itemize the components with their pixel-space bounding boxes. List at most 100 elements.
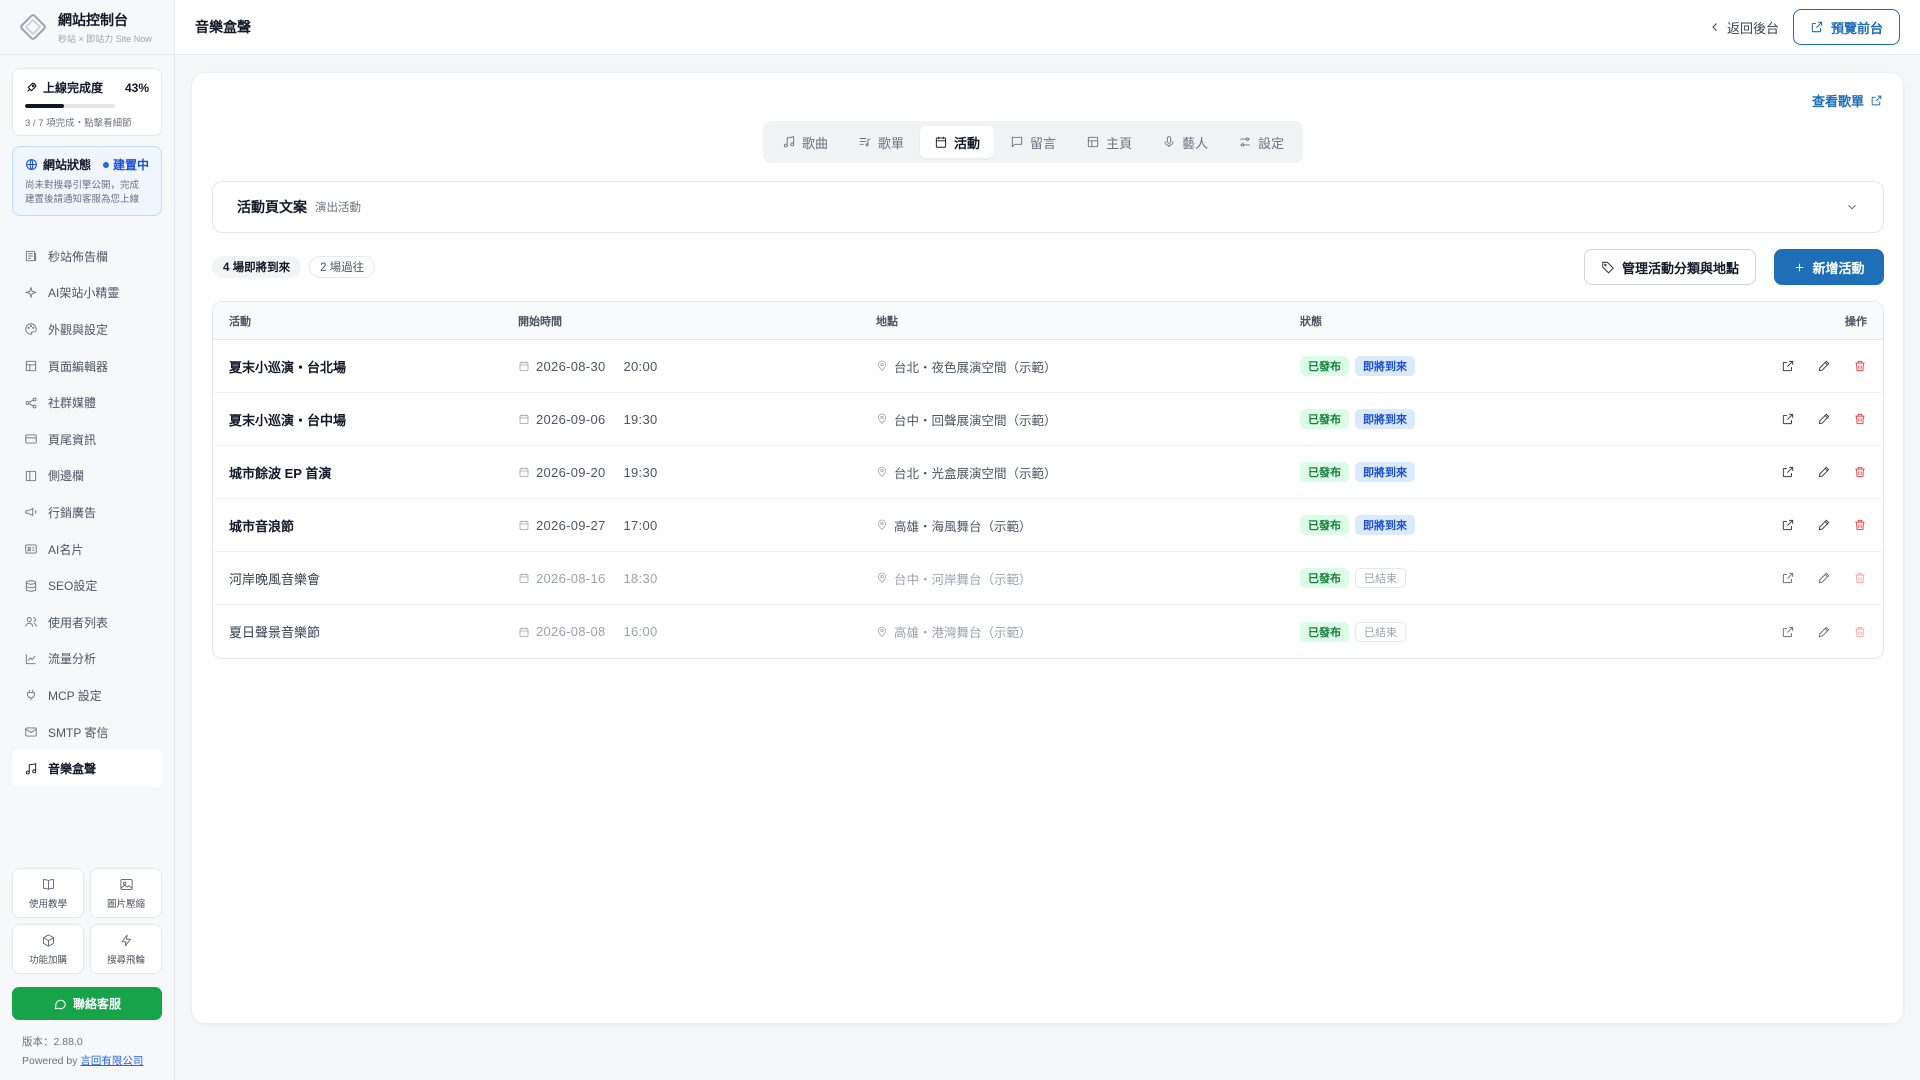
tab-label: 活動 — [954, 135, 981, 151]
event-place-label: 台中・回聲展演空間（示範） — [894, 413, 1057, 428]
box-icon — [42, 933, 54, 947]
edit-event-button[interactable] — [1817, 359, 1831, 373]
delete-event-button[interactable] — [1853, 412, 1867, 426]
event-place-label: 台中・河岸舞台（示範） — [894, 572, 1032, 587]
delete-event-button[interactable] — [1853, 571, 1867, 585]
sidebar-item-music-note[interactable]: 音樂盒聲 — [12, 750, 162, 787]
site-status-desc-line1: 尚未對搜尋引擎公開，完成 — [25, 180, 140, 191]
tool-bolt-button[interactable]: 搜尋飛輪 — [90, 924, 162, 974]
pencil-icon — [1818, 626, 1830, 637]
event-name: 城市音浪節 — [229, 518, 295, 534]
sidebar-item-mail[interactable]: SMTP 寄信 — [12, 714, 162, 751]
status-badge: 已發布 — [1300, 409, 1349, 429]
contact-support-button[interactable]: 聯絡客服 — [12, 987, 162, 1020]
sidebar-item-share[interactable]: 社群媒體 — [12, 384, 162, 421]
tab-label: 設定 — [1258, 135, 1285, 151]
sidebar-item-plug[interactable]: MCP 設定 — [12, 677, 162, 714]
sidebar: 網站控制台 秒站 × 即站力 Site Now 上線完成度 43% 3 / 7 … — [0, 0, 175, 1080]
view-playlist-link[interactable]: 查看歌單 — [1812, 91, 1883, 110]
past-pill[interactable]: 2 場過往 — [309, 256, 376, 278]
company-link[interactable]: 言回有限公司 — [80, 1055, 143, 1067]
delete-event-button[interactable] — [1853, 465, 1867, 479]
event-place: 高雄・港灣舞台（示範） — [876, 622, 1300, 641]
page-title: 音樂盒聲 — [195, 19, 251, 35]
back-to-admin-link[interactable]: 返回後台 — [1709, 18, 1779, 37]
event-copy-subtitle: 演出活動 — [315, 202, 361, 214]
table-body: 夏末小巡演・台北場 2026-08-30 20:00 台北・夜色展演空間（示範） 已發布… — [213, 340, 1883, 658]
open-event-button[interactable] — [1781, 412, 1795, 426]
id-card-icon — [25, 544, 37, 554]
site-status-desc: 尚未對搜尋引擎公開，完成 建置後請通知客服為您上線 — [25, 179, 149, 207]
site-status-card[interactable]: 網站狀態 建置中 尚未對搜尋引擎公開，完成 建置後請通知客服為您上線 — [12, 146, 162, 216]
open-event-button[interactable] — [1781, 518, 1795, 532]
preview-frontend-label: 預覽前台 — [1830, 20, 1883, 36]
tab-calendar[interactable]: 活動 — [920, 126, 995, 158]
tab-layout[interactable]: 主頁 — [1072, 126, 1146, 158]
sidebar-item-database[interactable]: SEO設定 — [12, 567, 162, 604]
launch-progress-card[interactable]: 上線完成度 43% 3 / 7 項完成・點擊看細節 — [12, 68, 162, 136]
external-link-icon — [1782, 360, 1794, 372]
table-row[interactable]: 河岸晚風音樂會 2026-08-16 18:30 台中・河岸舞台（示範） 已發布 已結束 — [213, 552, 1883, 605]
list-music-icon — [859, 138, 871, 147]
tab-music-note[interactable]: 歌曲 — [768, 126, 842, 158]
trash-icon — [1855, 519, 1865, 531]
add-event-button[interactable]: 新增活動 — [1774, 249, 1884, 285]
edit-event-button[interactable] — [1817, 465, 1831, 479]
event-copy-section[interactable]: 活動頁文案 演出活動 — [212, 181, 1884, 233]
manage-categories-button[interactable]: 管理活動分類與地點 — [1584, 249, 1757, 285]
powered-prefix: Powered by — [22, 1055, 81, 1067]
bolt-icon — [120, 934, 131, 946]
table-row[interactable]: 夏日聲景音樂節 2026-08-08 16:00 高雄・港灣舞台（示範） 已發布 已結束 — [213, 605, 1883, 658]
sidebar-item-chart-line[interactable]: 流量分析 — [12, 641, 162, 678]
sidebar-item-sidebar[interactable]: 側邊欄 — [12, 458, 162, 495]
brand[interactable]: 網站控制台 秒站 × 即站力 Site Now — [0, 0, 174, 55]
open-event-button[interactable] — [1781, 625, 1795, 639]
sidebar-item-megaphone[interactable]: 行銷廣告 — [12, 494, 162, 531]
sidebar-item-sparkle[interactable]: AI架站小精靈 — [12, 275, 162, 312]
sidebar-item-card[interactable]: 頁尾資訊 — [12, 421, 162, 458]
edit-event-button[interactable] — [1817, 412, 1831, 426]
table-row[interactable]: 夏末小巡演・台中場 2026-09-06 19:30 台中・回聲展演空間（示範） 已發布… — [213, 393, 1883, 446]
table-row[interactable]: 城市音浪節 2026-09-27 17:00 高雄・海風舞台（示範） 已發布 即將到來 — [213, 499, 1883, 552]
chat-icon — [54, 999, 66, 1009]
tool-book-button[interactable]: 使用教學 — [12, 868, 84, 918]
sidebar-item-newspaper[interactable]: 秒站佈告欄 — [12, 238, 162, 275]
sidebar-item-palette[interactable]: 外觀與設定 — [12, 311, 162, 348]
contact-support-label: 聯絡客服 — [72, 997, 121, 1011]
calendar-icon — [519, 361, 529, 371]
site-status-desc-line2: 建置後請通知客服為您上線 — [25, 194, 140, 205]
back-to-admin-label: 返回後台 — [1726, 20, 1779, 36]
event-name: 夏日聲景音樂節 — [229, 625, 321, 640]
open-event-button[interactable] — [1781, 571, 1795, 585]
tab-message[interactable]: 留言 — [996, 126, 1070, 158]
site-status-label: 網站狀態 — [43, 158, 92, 172]
sidebar-item-id-card[interactable]: AI名片 — [12, 531, 162, 568]
tab-mic[interactable]: 藝人 — [1148, 126, 1222, 158]
plus-icon — [1796, 263, 1804, 271]
tab-sliders[interactable]: 設定 — [1224, 126, 1298, 158]
sidebar-item-layout[interactable]: 頁面編輯器 — [12, 348, 162, 385]
delete-event-button[interactable] — [1853, 359, 1867, 373]
tool-box-button[interactable]: 功能加購 — [12, 924, 84, 974]
delete-event-button[interactable] — [1853, 625, 1867, 639]
delete-event-button[interactable] — [1853, 518, 1867, 532]
open-event-button[interactable] — [1781, 465, 1795, 479]
message-icon — [1011, 136, 1023, 148]
edit-event-button[interactable] — [1817, 518, 1831, 532]
sidebar-item-label: 社群媒體 — [48, 396, 97, 411]
preview-frontend-button[interactable]: 預覽前台 — [1792, 9, 1900, 45]
sidebar-item-users[interactable]: 使用者列表 — [12, 604, 162, 641]
tab-list-music[interactable]: 歌單 — [844, 126, 918, 158]
event-name: 河岸晚風音樂會 — [229, 571, 321, 587]
open-event-button[interactable] — [1781, 359, 1795, 373]
map-pin-icon — [878, 466, 886, 478]
event-place: 台北・光盒展演空間（示範） — [876, 463, 1300, 482]
table-row[interactable]: 夏末小巡演・台北場 2026-08-30 20:00 台北・夜色展演空間（示範） 已發布… — [213, 340, 1883, 393]
upcoming-pill[interactable]: 4 場即將到來 — [212, 256, 302, 278]
sidebar-item-label: SMTP 寄信 — [48, 725, 109, 740]
status-badge: 已發布 — [1300, 462, 1349, 482]
edit-event-button[interactable] — [1817, 625, 1831, 639]
table-row[interactable]: 城市餘波 EP 首演 2026-09-20 19:30 台北・光盒展演空間（示範） 已發… — [213, 446, 1883, 499]
tool-image-button[interactable]: 圖片壓縮 — [90, 868, 162, 918]
edit-event-button[interactable] — [1817, 571, 1831, 585]
